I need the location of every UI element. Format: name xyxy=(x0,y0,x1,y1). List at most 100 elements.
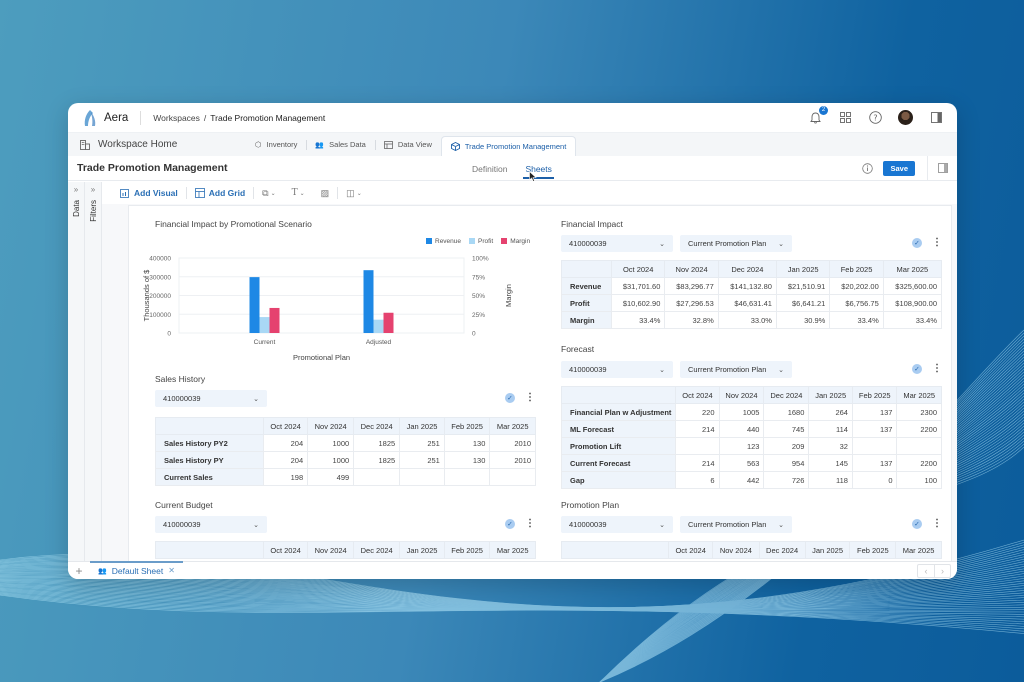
more-options-icon[interactable]: ⋮ xyxy=(525,393,535,403)
check-icon[interactable]: ✓ xyxy=(912,519,922,529)
grid-cell[interactable] xyxy=(399,468,445,486)
text-dropdown-button[interactable]: T ⌄ xyxy=(284,188,313,198)
apps-button[interactable] xyxy=(838,111,852,125)
grid-cell[interactable]: 1680 xyxy=(763,403,810,421)
column-header[interactable]: Oct 2024 xyxy=(262,541,309,559)
grid-cell[interactable]: $46,631.41 xyxy=(717,294,777,312)
tab-trade-promotion-management[interactable]: Trade Promotion Management xyxy=(440,136,577,156)
logo[interactable]: Aera xyxy=(82,109,128,127)
column-header[interactable]: Nov 2024 xyxy=(718,386,765,404)
column-header[interactable]: Oct 2024 xyxy=(667,541,714,559)
grid-cell[interactable]: 33.4% xyxy=(882,311,943,329)
column-header[interactable]: Dec 2024 xyxy=(353,541,401,559)
grid-cell[interactable]: 2010 xyxy=(489,451,536,469)
grid-cell[interactable]: 214 xyxy=(675,420,720,438)
grid-cell[interactable]: $20,202.00 xyxy=(829,277,884,295)
subtab-definition[interactable]: Definition xyxy=(472,156,507,181)
column-header[interactable]: Nov 2024 xyxy=(712,541,760,559)
properties-panel-toggle[interactable] xyxy=(927,156,957,180)
grid-cell[interactable]: $27,296.53 xyxy=(664,294,719,312)
layer-dropdown-button[interactable]: ⧉ ⌄ xyxy=(254,188,283,199)
grid-cell[interactable]: 2010 xyxy=(489,434,536,452)
grid-cell[interactable]: 726 xyxy=(763,471,810,489)
grid-cell[interactable]: 251 xyxy=(399,451,445,469)
column-header[interactable]: Oct 2024 xyxy=(675,386,720,404)
plan-select[interactable]: Current Promotion Plan ⌄ xyxy=(680,516,792,533)
grid-cell[interactable]: 198 xyxy=(262,468,309,486)
info-icon[interactable] xyxy=(862,162,874,174)
close-icon[interactable]: ✕ xyxy=(168,566,175,575)
chevron-left-icon[interactable]: ‹ xyxy=(918,565,934,577)
add-grid-button[interactable]: Add Grid xyxy=(187,188,253,198)
plan-select[interactable]: Current Promotion Plan ⌄ xyxy=(680,235,792,252)
product-select[interactable]: 410000039 ⌄ xyxy=(155,390,267,407)
column-header[interactable]: Jan 2025 xyxy=(804,541,851,559)
grid-cell[interactable]: 2200 xyxy=(896,420,942,438)
grid-cell[interactable]: $325,600.00 xyxy=(882,277,943,295)
breadcrumb-workspaces[interactable]: Workspaces xyxy=(153,113,200,123)
sheet-tab-default[interactable]: 👥 Default Sheet ✕ xyxy=(90,560,183,580)
grid-cell[interactable]: 6 xyxy=(675,471,720,489)
column-header[interactable]: Feb 2025 xyxy=(443,417,491,435)
column-header[interactable]: Dec 2024 xyxy=(353,417,401,435)
product-select[interactable]: 410000039 ⌄ xyxy=(155,516,267,533)
grid-cell[interactable]: 499 xyxy=(307,468,355,486)
grid-cell[interactable]: 0 xyxy=(851,471,898,489)
grid-cell[interactable]: 220 xyxy=(675,403,720,421)
grid-cell[interactable]: 1825 xyxy=(353,451,401,469)
column-header[interactable]: Nov 2024 xyxy=(307,541,355,559)
grid-cell[interactable]: 130 xyxy=(443,434,491,452)
grid-cell[interactable]: 1000 xyxy=(307,451,355,469)
expand-chevrons-icon[interactable]: » xyxy=(91,185,95,194)
notifications-button[interactable]: 2 xyxy=(808,105,828,125)
grid-cell[interactable]: $141,132.80 xyxy=(717,277,777,295)
grid-cell[interactable]: 954 xyxy=(763,454,810,472)
column-header[interactable]: Feb 2025 xyxy=(829,260,884,278)
grid-cell[interactable]: 1825 xyxy=(353,434,401,452)
expand-chevrons-icon[interactable]: » xyxy=(74,185,78,194)
column-header[interactable]: Jan 2025 xyxy=(775,260,831,278)
grid-cell[interactable]: 2200 xyxy=(896,454,942,472)
grid-cell[interactable]: 442 xyxy=(718,471,765,489)
grid-cell[interactable]: 440 xyxy=(718,420,765,438)
grid-cell[interactable]: 145 xyxy=(808,454,853,472)
grid-cell[interactable]: 209 xyxy=(763,437,810,455)
more-options-icon[interactable]: ⋮ xyxy=(932,238,942,248)
plan-select[interactable]: Current Promotion Plan ⌄ xyxy=(680,361,792,378)
check-icon[interactable]: ✓ xyxy=(505,393,515,403)
grid-cell[interactable]: 32 xyxy=(808,437,853,455)
column-header[interactable]: Oct 2024 xyxy=(610,260,666,278)
help-button[interactable]: ? xyxy=(868,111,882,125)
column-header[interactable]: Dec 2024 xyxy=(763,386,810,404)
workspace-home-tab[interactable]: Workspace Home xyxy=(68,133,246,156)
grid-cell[interactable]: 251 xyxy=(399,434,445,452)
grid-cell[interactable]: 30.9% xyxy=(775,311,831,329)
grid-cell[interactable]: $6,641.21 xyxy=(775,294,831,312)
grid-cell[interactable] xyxy=(675,437,720,455)
grid-cell[interactable]: 204 xyxy=(262,451,309,469)
tab-sales-data[interactable]: 👥 Sales Data xyxy=(306,133,374,156)
grid-cell[interactable]: 563 xyxy=(718,454,765,472)
layout-dropdown-button[interactable]: ◫ ⌄ xyxy=(338,188,370,199)
column-header[interactable]: Mar 2025 xyxy=(489,541,536,559)
grid-cell[interactable] xyxy=(851,437,898,455)
more-options-icon[interactable]: ⋮ xyxy=(932,519,942,529)
tab-inventory[interactable]: ⬡ Inventory xyxy=(246,133,306,156)
save-button[interactable]: Save xyxy=(883,160,915,176)
grid-cell[interactable]: 123 xyxy=(718,437,765,455)
grid-cell[interactable]: 264 xyxy=(808,403,853,421)
data-panel-label[interactable]: Data xyxy=(72,200,81,217)
grid-cell[interactable]: 1005 xyxy=(718,403,765,421)
grid-cell[interactable]: 118 xyxy=(808,471,853,489)
column-header[interactable]: Nov 2024 xyxy=(664,260,719,278)
column-header[interactable]: Jan 2025 xyxy=(399,541,445,559)
column-header[interactable]: Mar 2025 xyxy=(895,541,942,559)
column-header[interactable]: Oct 2024 xyxy=(262,417,309,435)
grid-cell[interactable]: 137 xyxy=(851,454,898,472)
insert-image-button[interactable]: ▨ xyxy=(313,188,338,199)
filters-panel-collapsed[interactable]: » Filters xyxy=(85,182,102,561)
tab-data-view[interactable]: Data View xyxy=(374,133,441,156)
column-header[interactable]: Feb 2025 xyxy=(443,541,491,559)
grid-cell[interactable]: 137 xyxy=(851,420,898,438)
grid-cell[interactable]: $31,701.60 xyxy=(610,277,666,295)
